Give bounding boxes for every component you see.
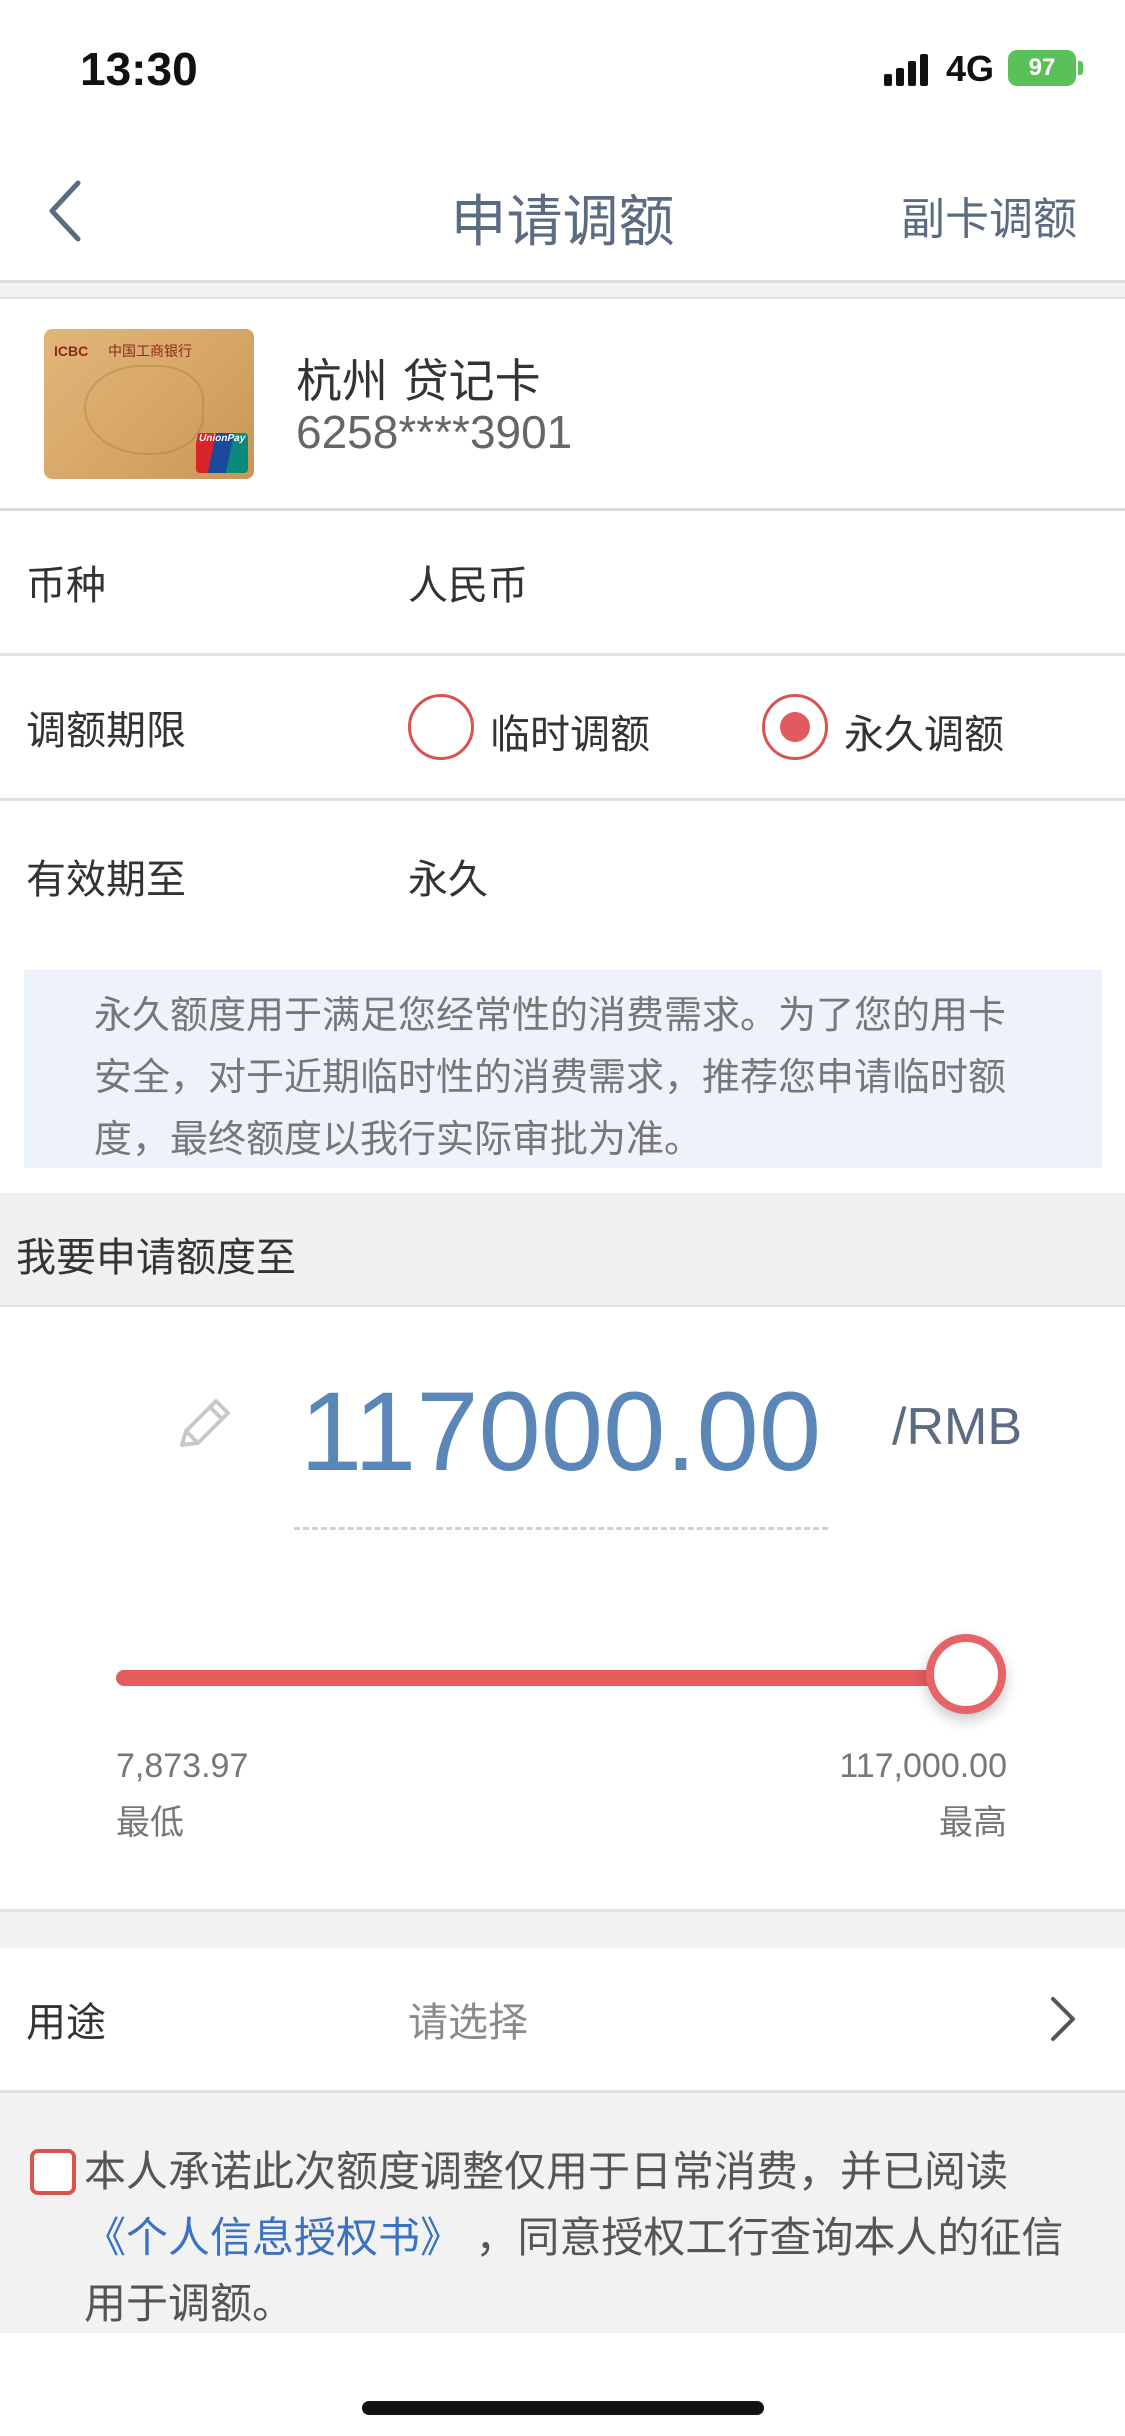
- agreement-checkbox[interactable]: [30, 2149, 76, 2195]
- radio-temporary-label: 临时调额: [490, 712, 650, 758]
- battery-level: 97: [1028, 54, 1056, 81]
- amount-underline: [294, 1527, 828, 1530]
- agreement-text-before: 本人承诺此次额度调整仅用于日常消费，并已阅读: [84, 2147, 1009, 2196]
- currency-label: 币种: [26, 563, 106, 609]
- purpose-label: 用途: [26, 2000, 106, 2046]
- unionpay-logo-icon: UnionPay: [196, 433, 248, 473]
- battery-cap: [1078, 61, 1083, 75]
- currency-value: 人民币: [408, 563, 528, 609]
- slider-max-value: 117,000.00: [839, 1747, 1007, 1785]
- valid-until-value: 永久: [408, 857, 488, 903]
- radio-circle-unselected-icon: [408, 694, 474, 760]
- slider-min-label: 最低: [116, 1803, 184, 1843]
- home-indicator[interactable]: [362, 2401, 764, 2415]
- agreement-text: 本人承诺此次额度调整仅用于日常消费，并已阅读 《个人信息授权书》 ，同意授权工行…: [84, 2139, 1094, 2337]
- signal-icon: [884, 52, 932, 86]
- nav-bar: 申请调额 副卡调额: [0, 135, 1125, 283]
- battery-icon: 97: [1008, 50, 1076, 86]
- limit-slider-thumb[interactable]: [926, 1634, 1006, 1714]
- radio-temporary[interactable]: 临时调额: [408, 692, 668, 762]
- card-number: 6258****3901: [296, 406, 573, 458]
- period-label: 调额期限: [26, 708, 186, 754]
- amount-input[interactable]: 117000.00: [300, 1367, 821, 1496]
- purpose-select[interactable]: 请选择: [408, 1990, 528, 2048]
- divider: [0, 1912, 1125, 1948]
- section-header-text: 我要申请额度至: [16, 1235, 296, 1281]
- status-bar: 13:30 4G 97: [0, 0, 1125, 135]
- network-type: 4G: [946, 48, 995, 89]
- card-brand-cn-text: 中国工商银行: [108, 344, 192, 360]
- radio-circle-selected-icon: [762, 694, 828, 760]
- radio-permanent-label: 永久调额: [844, 712, 1004, 758]
- notice-text: 永久额度用于满足您经常性的消费需求。为了您的用卡安全，对于近期临时性的消费需求，…: [24, 970, 1102, 1168]
- card-info[interactable]: ICBC 中国工商银行 UnionPay 杭州 贷记卡 6258****3901: [0, 299, 1125, 511]
- pencil-icon[interactable]: [172, 1391, 236, 1455]
- valid-until-row: 有效期至 永久: [0, 801, 1125, 951]
- status-time: 13:30: [80, 43, 198, 95]
- slider-min-value: 7,873.97: [116, 1747, 249, 1785]
- limit-slider-fill: [116, 1670, 970, 1686]
- supplementary-card-adjust-button[interactable]: 副卡调额: [901, 183, 1077, 247]
- agreement: 本人承诺此次额度调整仅用于日常消费，并已阅读 《个人信息授权书》 ，同意授权工行…: [0, 2093, 1125, 2333]
- section-header: 我要申请额度至: [0, 1193, 1125, 1307]
- chevron-right-icon: [1045, 1991, 1081, 2047]
- bottom-area: [0, 2333, 1125, 2436]
- card-map-pattern: [84, 365, 204, 455]
- personal-info-authorization-link[interactable]: 《个人信息授权书》: [84, 2213, 462, 2262]
- valid-until-label: 有效期至: [26, 857, 186, 903]
- card-name: 杭州 贷记卡: [296, 354, 541, 408]
- currency-row: 币种 人民币: [0, 511, 1125, 656]
- purpose-row[interactable]: 用途 请选择: [0, 1948, 1125, 2093]
- amount-block: 117000.00 /RMB 7,873.97 最低 117,000.00 最高: [0, 1307, 1125, 1912]
- amount-unit: /RMB: [892, 1398, 1022, 1456]
- period-row: 调额期限 临时调额 永久调额: [0, 656, 1125, 801]
- limit-slider-track[interactable]: [116, 1670, 970, 1686]
- slider-max-label: 最高: [939, 1803, 1007, 1843]
- divider: [0, 283, 1125, 299]
- radio-permanent[interactable]: 永久调额: [762, 692, 1022, 762]
- card-brand-text: ICBC: [54, 343, 89, 359]
- card-image: ICBC 中国工商银行 UnionPay: [44, 329, 254, 479]
